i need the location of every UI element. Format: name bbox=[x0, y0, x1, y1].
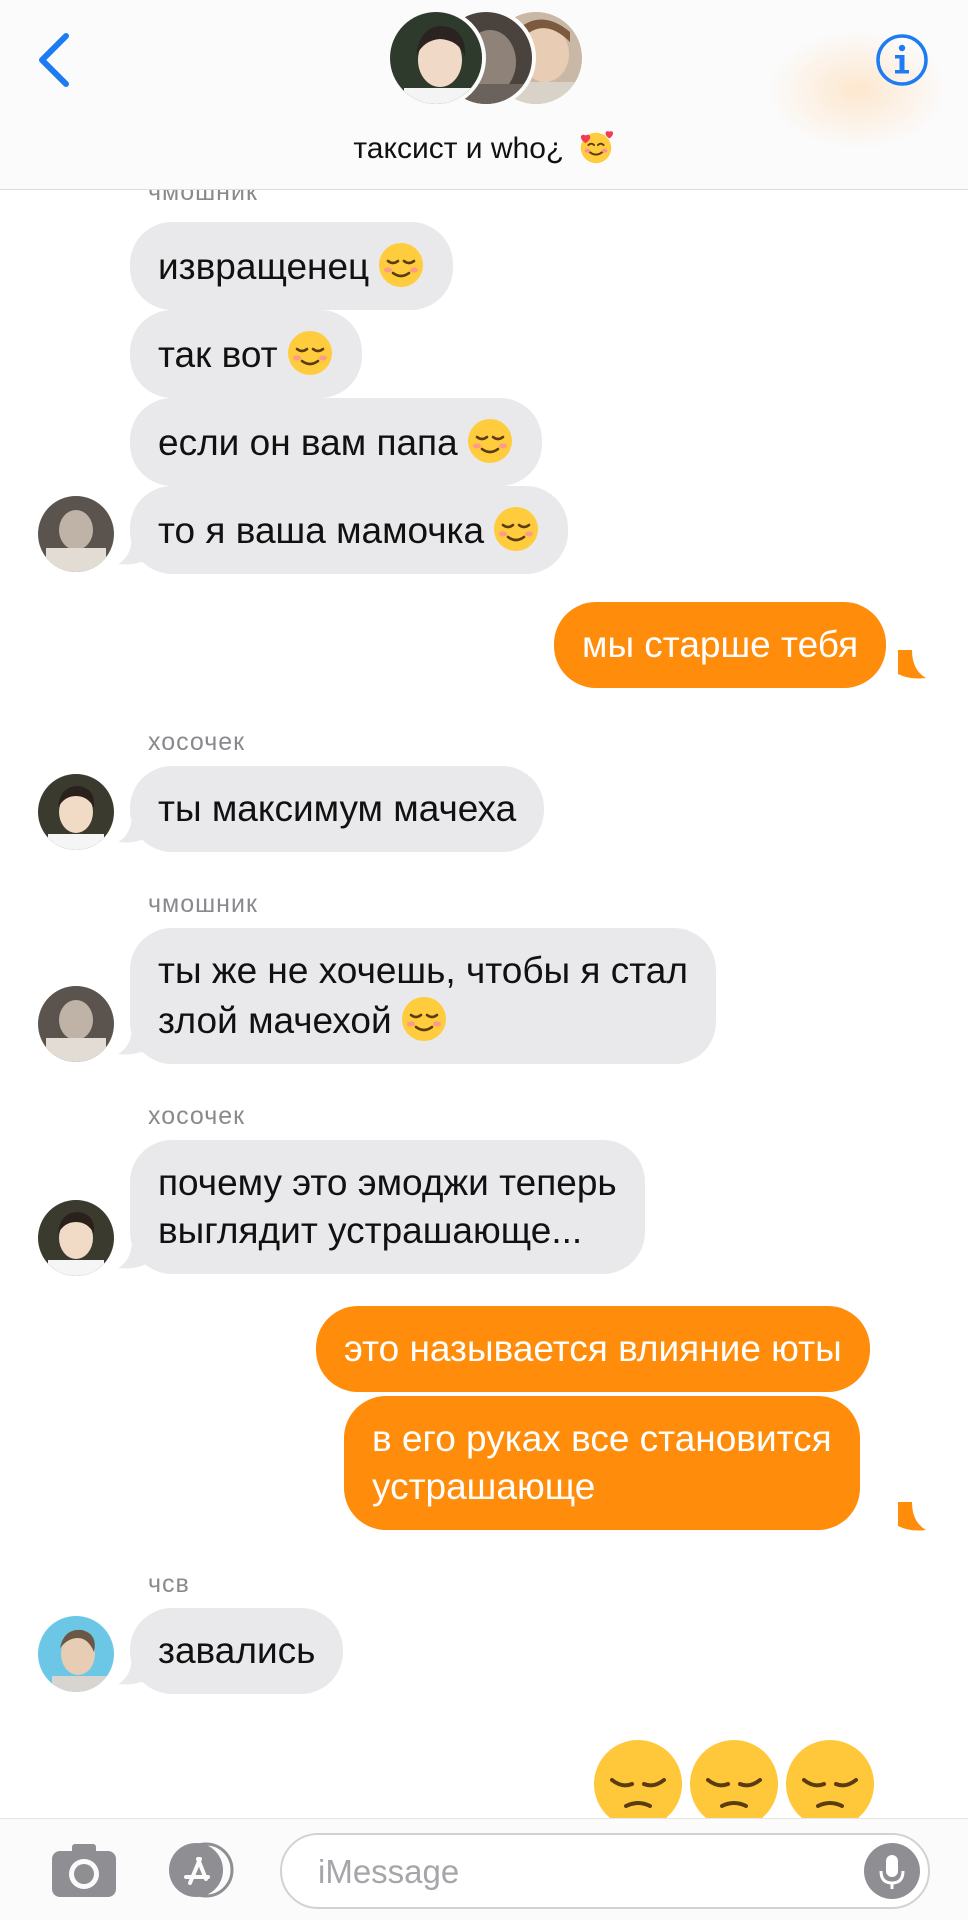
relieved-face-icon bbox=[379, 243, 424, 287]
microphone-icon bbox=[879, 1855, 905, 1889]
dictation-button[interactable] bbox=[864, 1843, 920, 1899]
avatar-hosochek[interactable] bbox=[38, 1200, 114, 1276]
message-text: если он вам папа bbox=[158, 422, 458, 463]
message-text-line: устрашающе bbox=[372, 1466, 596, 1507]
chevron-left-icon bbox=[39, 33, 69, 87]
message-text-line: ты же не хочешь, чтобы я стал bbox=[158, 950, 688, 991]
message-text: то я ваша мамочка bbox=[158, 510, 485, 551]
relieved-face-icon bbox=[494, 507, 539, 551]
pensive-face-icon[interactable] bbox=[592, 1738, 684, 1820]
incoming-message-bubble[interactable]: завались bbox=[130, 1608, 344, 1694]
outgoing-message-bubble[interactable]: это называется влияние юты bbox=[316, 1306, 870, 1392]
message-input[interactable] bbox=[318, 1849, 838, 1895]
avatar-chsv[interactable] bbox=[38, 1616, 114, 1692]
incoming-message-bubble[interactable]: почему это эмоджи теперь выглядит устраш… bbox=[130, 1140, 645, 1274]
sender-name: чсв bbox=[148, 1570, 190, 1598]
incoming-message-bubble[interactable]: так вот bbox=[130, 310, 362, 398]
message-text: завались bbox=[158, 1630, 316, 1671]
relieved-face-icon bbox=[401, 997, 446, 1041]
message-text-line: в его руках все становится bbox=[372, 1418, 832, 1459]
sender-name: чмошник bbox=[148, 190, 258, 206]
back-button[interactable] bbox=[30, 28, 80, 92]
incoming-message-bubble[interactable]: ты же не хочешь, чтобы я стал злой мачех… bbox=[130, 928, 716, 1064]
pensive-face-icon[interactable] bbox=[688, 1738, 780, 1820]
message-input-field[interactable] bbox=[280, 1833, 930, 1909]
message-text-line: выглядит устрашающе... bbox=[158, 1210, 583, 1251]
relieved-face-icon bbox=[287, 331, 332, 375]
incoming-message-bubble[interactable]: если он вам папа bbox=[130, 398, 542, 486]
outgoing-message-bubble[interactable]: в его руках все становится устрашающе bbox=[344, 1396, 860, 1530]
message-text: это называется влияние юты bbox=[344, 1328, 842, 1369]
group-avatar-1 bbox=[386, 8, 486, 108]
avatar-hosochek[interactable] bbox=[38, 774, 114, 850]
sender-name: чмошник bbox=[148, 890, 258, 918]
camera-button[interactable] bbox=[50, 1841, 118, 1899]
avatar-chmoshnik[interactable] bbox=[38, 986, 114, 1062]
message-text-line: почему это эмоджи теперь bbox=[158, 1162, 617, 1203]
incoming-message-bubble[interactable]: то я ваша мамочка bbox=[130, 486, 569, 574]
sender-name: хосочек bbox=[148, 728, 246, 756]
incoming-message-bubble[interactable]: извращенец bbox=[130, 222, 454, 310]
outgoing-message-bubble[interactable]: мы старше тебя bbox=[554, 602, 887, 688]
smiling-face-with-hearts-icon bbox=[580, 131, 613, 164]
group-title[interactable]: таксист и who¿ bbox=[0, 128, 968, 166]
camera-icon bbox=[52, 1844, 116, 1897]
info-icon bbox=[876, 34, 928, 86]
info-button[interactable] bbox=[874, 32, 930, 88]
bubble-tail bbox=[898, 1502, 926, 1531]
group-avatar-stack[interactable] bbox=[386, 8, 586, 108]
message-text-line: злой мачехой bbox=[158, 1000, 392, 1041]
message-text: извращенец bbox=[158, 246, 370, 287]
conversation-header: таксист и who¿ bbox=[0, 0, 968, 190]
app-store-button[interactable] bbox=[160, 1839, 242, 1901]
message-text: так вот bbox=[158, 334, 278, 375]
bubble-tail bbox=[898, 650, 926, 679]
relieved-face-icon bbox=[467, 419, 512, 463]
pensive-face-icon[interactable] bbox=[784, 1738, 876, 1820]
message-text: ты максимум мачеха bbox=[158, 788, 517, 829]
compose-bar bbox=[0, 1818, 968, 1920]
group-title-text: таксист и who¿ bbox=[353, 132, 565, 165]
message-thread[interactable]: чмошник извращенец так вот если он вам п… bbox=[0, 190, 968, 1820]
sender-name: хосочек bbox=[148, 1102, 246, 1130]
message-text: мы старше тебя bbox=[582, 624, 859, 665]
avatar-chmoshnik[interactable] bbox=[38, 496, 114, 572]
app-store-icon bbox=[169, 1842, 234, 1898]
incoming-message-bubble[interactable]: ты максимум мачеха bbox=[130, 766, 545, 852]
